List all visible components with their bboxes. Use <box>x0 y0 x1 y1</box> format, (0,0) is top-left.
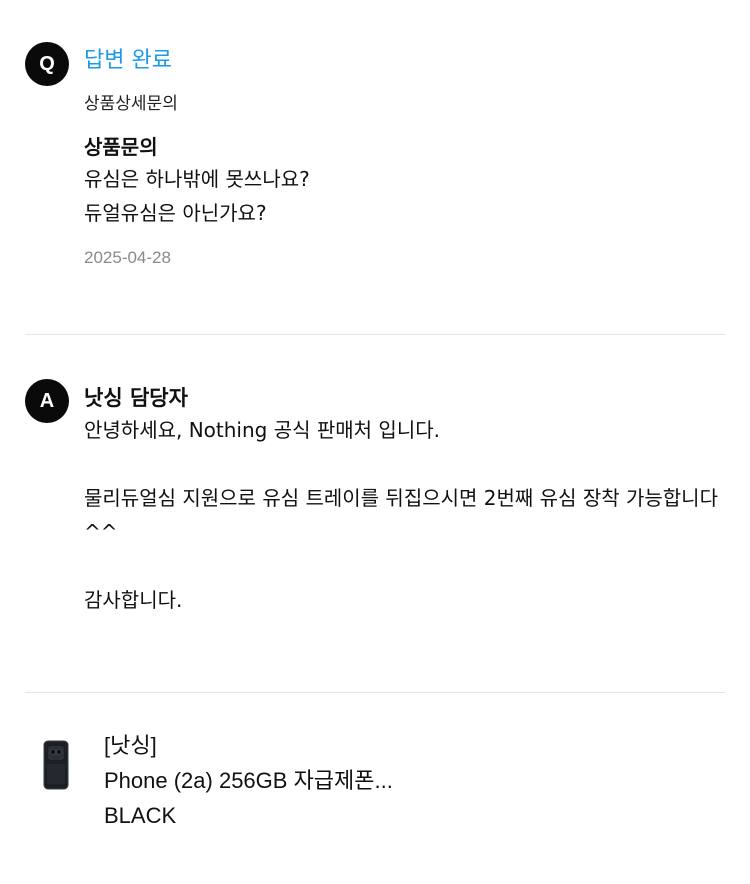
question-date: 2025-04-28 <box>84 248 171 267</box>
question-body: 유심은 하나밖에 못쓰나요? 듀얼유심은 아닌가요? <box>84 162 725 230</box>
divider <box>25 334 725 335</box>
question-badge: Q <box>25 42 69 86</box>
answer-content: 낫싱 담당자 안녕하세요, Nothing 공식 판매처 입니다. 물리듀얼심 … <box>84 383 725 617</box>
product-name: Phone (2a) 256GB 자급제폰... <box>104 768 393 793</box>
question-body-line: 듀얼유심은 아닌가요? <box>84 201 267 225</box>
answer-section: A 낫싱 담당자 안녕하세요, Nothing 공식 판매처 입니다. 물리듀얼… <box>25 378 725 648</box>
answer-paragraph: 감사합니다. <box>84 588 183 612</box>
phone-thumbnail-icon <box>43 740 69 790</box>
answer-paragraph: 물리듀얼심 지원으로 유심 트레이를 뒤집으시면 2번째 유심 장착 가능합니다… <box>84 486 718 544</box>
divider <box>25 692 725 693</box>
question-section: Q 답변 완료 상품상세문의 상품문의 유심은 하나밖에 못쓰나요? 듀얼유심은… <box>25 40 725 300</box>
product-option: BLACK <box>104 803 177 828</box>
answer-body: 안녕하세요, Nothing 공식 판매처 입니다. 물리듀얼심 지원으로 유심… <box>84 413 725 617</box>
answer-author: 낫싱 담당자 <box>84 386 188 410</box>
product-brand: [낫싱] <box>104 733 157 758</box>
answer-paragraph: 안녕하세요, Nothing 공식 판매처 입니다. <box>84 418 440 442</box>
question-body-line: 유심은 하나밖에 못쓰나요? <box>84 167 310 191</box>
question-category: 상품상세문의 <box>84 94 178 114</box>
question-content: 답변 완료 상품상세문의 상품문의 유심은 하나밖에 못쓰나요? 듀얼유심은 아… <box>84 46 725 270</box>
product-card[interactable]: [낫싱] Phone (2a) 256GB 자급제폰... BLACK <box>25 728 725 838</box>
answer-status-label: 답변 완료 <box>84 48 172 73</box>
product-info: [낫싱] Phone (2a) 256GB 자급제폰... BLACK <box>104 728 725 833</box>
answer-badge: A <box>25 379 69 423</box>
question-title: 상품문의 <box>84 135 158 159</box>
